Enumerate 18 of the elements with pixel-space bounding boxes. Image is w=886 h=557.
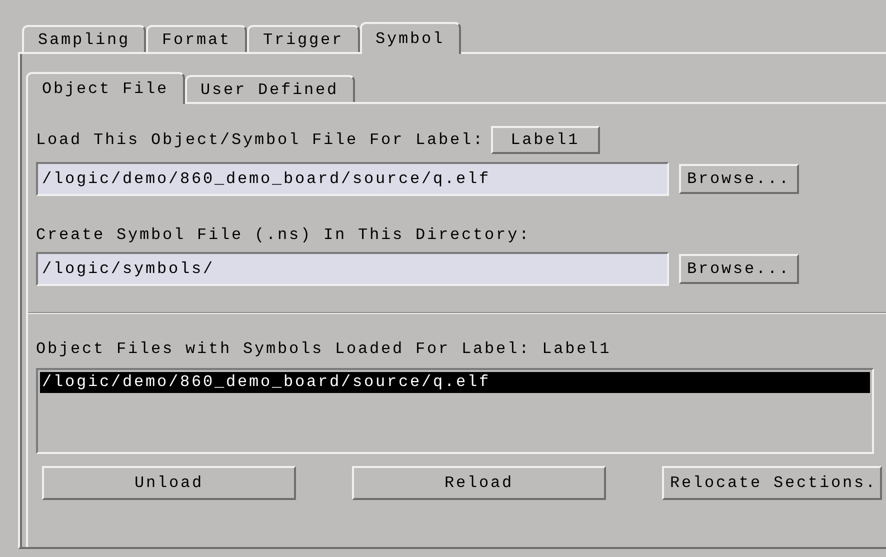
tab[interactable]: Format — [146, 25, 248, 52]
action-button[interactable]: Unload — [42, 466, 296, 500]
field-label: Create Symbol File (.ns) In This Directory: — [36, 226, 532, 244]
label-select-button[interactable]: Label1 — [490, 126, 600, 154]
browse-button[interactable]: Browse... — [679, 164, 799, 194]
tab[interactable]: Object File — [26, 72, 185, 104]
input-field[interactable]: /logic/demo/860_demo_board/source/q.elf — [36, 162, 669, 196]
tab[interactable]: Sampling — [22, 25, 146, 52]
list-item[interactable]: /logic/demo/860_demo_board/source/q.elf — [40, 372, 870, 393]
tab[interactable]: Trigger — [247, 25, 360, 52]
list-label: Object Files with Symbols Loaded For Label: Label1 — [36, 340, 612, 358]
action-button[interactable]: Relocate Sections. — [662, 466, 882, 500]
tab[interactable]: Symbol — [360, 22, 461, 54]
action-button[interactable]: Reload — [352, 466, 606, 500]
input-field[interactable]: /logic/symbols/ — [36, 252, 669, 286]
tab[interactable]: User Defined — [184, 75, 355, 102]
field-label: Load This Object/Symbol File For Label: — [36, 131, 485, 149]
browse-button[interactable]: Browse... — [679, 254, 799, 284]
